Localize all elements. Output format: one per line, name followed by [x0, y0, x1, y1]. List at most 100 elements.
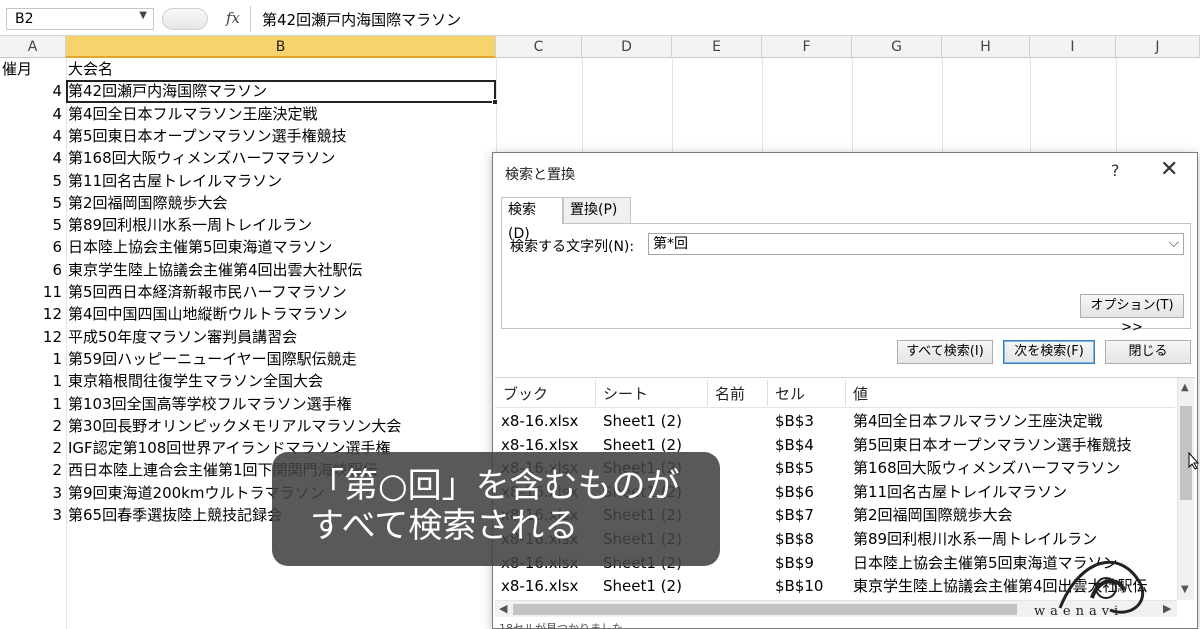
cell-month[interactable]: 5: [0, 214, 64, 236]
cell-month[interactable]: 12: [0, 303, 64, 325]
result-sheet: Sheet1 (2): [603, 577, 682, 596]
result-cell: $B$9: [775, 553, 814, 572]
cell-event-name[interactable]: 第5回西日本経済新報市民ハーフマラソン: [68, 281, 498, 303]
column-headers: A B C D E F G H I J: [0, 36, 1200, 58]
cell-event-name[interactable]: 東京箱根間往復学生マラソン全国大会: [68, 370, 498, 392]
name-box-dropdown-icon[interactable]: ▼: [139, 10, 147, 21]
col-divider[interactable]: [767, 380, 768, 406]
video-caption: 「第○回」を含むものが すべて検索される: [272, 452, 720, 566]
formula-input[interactable]: 第42回瀬戸内海国際マラソン: [262, 9, 461, 30]
cell-month[interactable]: 12: [0, 326, 64, 348]
formula-bar-divider: [250, 6, 251, 32]
tab-replace[interactable]: 置換(P): [563, 197, 631, 223]
fill-handle[interactable]: [492, 99, 498, 105]
mouse-cursor-icon: [1188, 452, 1200, 470]
cell-event-name[interactable]: 第4回全日本フルマラソン王座決定戦: [68, 103, 498, 125]
column-header-c[interactable]: C: [496, 36, 582, 58]
column-header-g[interactable]: G: [852, 36, 942, 58]
column-header-d[interactable]: D: [582, 36, 672, 58]
result-book: x8-16.xlsx: [501, 412, 579, 430]
cell-b1[interactable]: 大会名: [68, 58, 498, 80]
col-book[interactable]: ブック: [503, 383, 548, 404]
tab-find[interactable]: 検索(D): [501, 197, 563, 242]
cell-event-name[interactable]: 第89回利根川水系一周トレイルラン: [68, 214, 498, 236]
cell-month[interactable]: 4: [0, 125, 64, 147]
col-sheet[interactable]: シート: [603, 383, 648, 404]
col-name[interactable]: 名前: [715, 383, 745, 404]
result-cell: $B$7: [775, 506, 814, 525]
cell-month[interactable]: 3: [0, 482, 64, 504]
cell-event-name[interactable]: 第5回東日本オープンマラソン選手権競技: [68, 125, 498, 147]
result-cell: $B$8: [775, 530, 814, 548]
caption-line-1: 「第○回」を含むものが: [310, 466, 680, 506]
cell-event-name[interactable]: 東京学生陸上協議会主催第4回出雲大社駅伝: [68, 259, 498, 281]
cell-event-name[interactable]: 第11回名古屋トレイルマラソン: [68, 170, 498, 192]
cell-month[interactable]: 3: [0, 504, 64, 526]
col-value[interactable]: 値: [853, 383, 868, 404]
cell-month[interactable]: 2: [0, 437, 64, 459]
scroll-left-icon[interactable]: ◀: [499, 602, 507, 615]
scroll-down-icon[interactable]: ▼: [1181, 584, 1189, 595]
cell-month[interactable]: 1: [0, 348, 64, 370]
cell-month[interactable]: 5: [0, 192, 64, 214]
cell-month[interactable]: 4: [0, 80, 64, 102]
insert-function-icon[interactable]: fx: [226, 9, 240, 27]
name-box[interactable]: B2 ▼: [6, 8, 154, 30]
cell-month[interactable]: 11: [0, 281, 64, 303]
cell-event-name[interactable]: 第30回長野オリンピックメモリアルマラソン大会: [68, 415, 498, 437]
column-header-a[interactable]: A: [0, 36, 66, 58]
cell-event-name[interactable]: 第4回中国四国山地縦断ウルトラマラソン: [68, 303, 498, 325]
formula-bar-splitter[interactable]: [158, 8, 210, 30]
cell-event-name[interactable]: 平成50年度マラソン審判員講習会: [68, 326, 498, 348]
cell-event-name[interactable]: 第168回大阪ウィメンズハーフマラソン: [68, 147, 498, 169]
cell-month[interactable]: 6: [0, 236, 64, 258]
col-divider[interactable]: [845, 380, 846, 406]
scroll-thumb[interactable]: [513, 604, 1017, 615]
scroll-up-icon[interactable]: ▲: [1181, 382, 1189, 393]
cell-month[interactable]: 5: [0, 170, 64, 192]
scroll-right-icon[interactable]: ▶: [1163, 602, 1171, 615]
cell-month[interactable]: 2: [0, 415, 64, 437]
find-tab-panel: 検索する文字列(N): 第*回 ⌵ オプション(T) >>: [501, 223, 1191, 335]
result-value: 第168回大阪ウィメンズハーフマラソン: [853, 459, 1121, 478]
find-all-button[interactable]: すべて検索(I): [897, 340, 993, 364]
formula-bar: B2 ▼ fx 第42回瀬戸内海国際マラソン: [0, 0, 1200, 36]
column-header-f[interactable]: F: [762, 36, 852, 58]
name-box-value: B2: [15, 11, 34, 27]
cell-event-name[interactable]: 日本陸上協会主催第5回東海道マラソン: [68, 236, 498, 258]
close-button[interactable]: 閉じる: [1105, 340, 1191, 364]
cell-event-name[interactable]: 第59回ハッピーニューイヤー国際駅伝競走: [68, 348, 498, 370]
cell-month[interactable]: 1: [0, 393, 64, 415]
cell-month[interactable]: 2: [0, 459, 64, 481]
column-header-e[interactable]: E: [672, 36, 762, 58]
col-divider[interactable]: [595, 380, 596, 406]
chevron-down-icon[interactable]: ⌵: [1168, 234, 1179, 252]
cell-event-name[interactable]: 第103回全国高等学校フルマラソン選手権: [68, 393, 498, 415]
close-icon[interactable]: ✕: [1160, 157, 1178, 182]
result-cell: $B$5: [775, 459, 814, 478]
result-cell: $B$10: [775, 577, 824, 596]
cell-a1[interactable]: 催月: [0, 58, 64, 80]
column-header-j[interactable]: J: [1116, 36, 1200, 58]
find-next-button[interactable]: 次を検索(F): [1003, 340, 1095, 364]
help-button[interactable]: ?: [1111, 161, 1120, 180]
column-header-b[interactable]: B: [66, 36, 496, 58]
options-button[interactable]: オプション(T) >>: [1080, 294, 1184, 335]
dialog-title: 検索と置換: [505, 167, 575, 183]
results-vertical-scrollbar[interactable]: ▲ ▼: [1177, 378, 1194, 600]
col-divider[interactable]: [707, 380, 708, 406]
splitter-knob[interactable]: [162, 8, 208, 30]
find-what-input[interactable]: 第*回 ⌵: [648, 233, 1184, 255]
cell-month[interactable]: 1: [0, 370, 64, 392]
cell-month[interactable]: 4: [0, 147, 64, 169]
column-header-h[interactable]: H: [942, 36, 1030, 58]
column-header-i[interactable]: I: [1030, 36, 1116, 58]
selected-cell-b2[interactable]: [66, 80, 498, 105]
result-row[interactable]: x8-16.xlsx Sheet1 (2) $B$3 第4回全日本フルマラソン王座決定…: [495, 410, 1175, 434]
cell-event-name[interactable]: 第2回福岡国際競歩大会: [68, 192, 498, 214]
find-what-value: 第*回: [653, 236, 688, 252]
cell-month[interactable]: 6: [0, 259, 64, 281]
col-cell[interactable]: セル: [775, 383, 805, 404]
caption-line-2: すべて検索される: [310, 506, 579, 546]
cell-month[interactable]: 4: [0, 103, 64, 125]
